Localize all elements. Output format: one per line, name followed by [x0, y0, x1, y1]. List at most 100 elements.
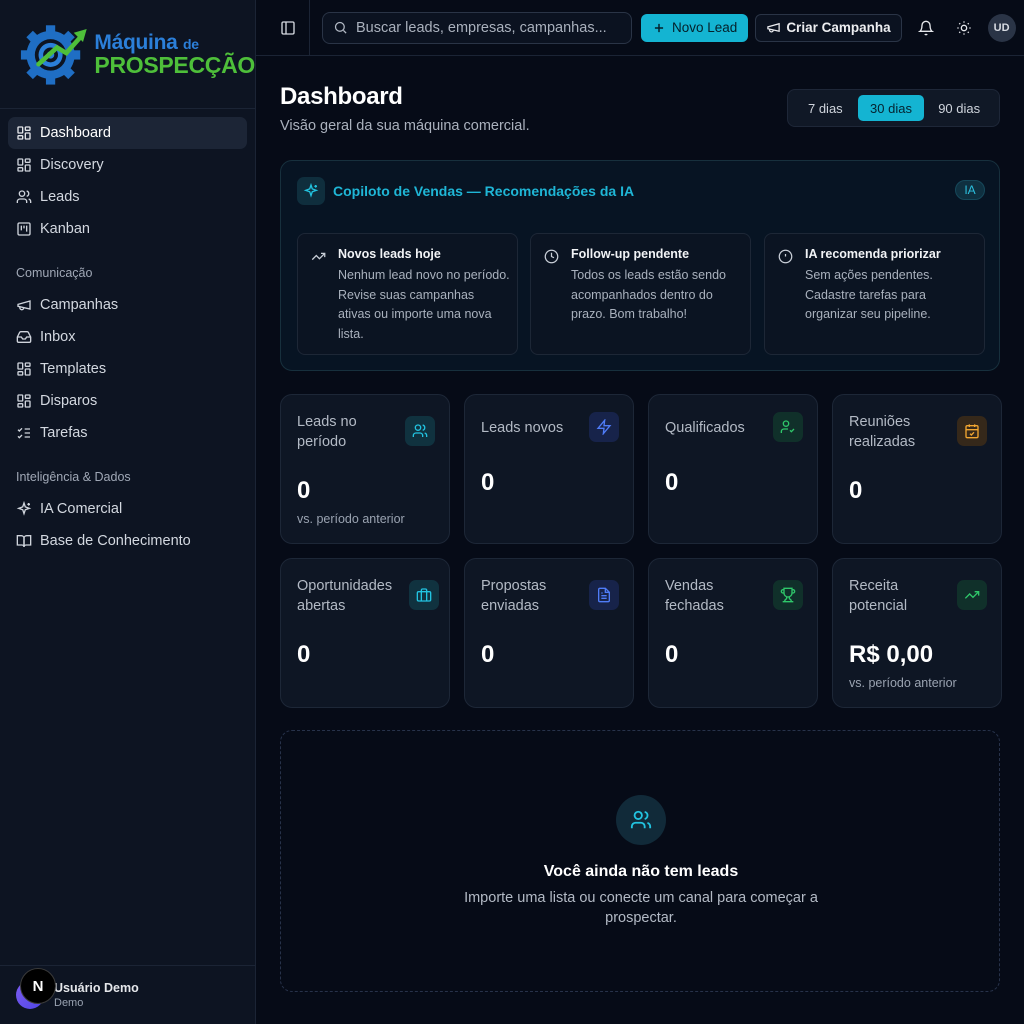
new-lead-label: Novo Lead: [672, 20, 738, 35]
recommendation-title: Novos leads hoje: [338, 247, 441, 261]
sidebar-item-label: Disparos: [40, 393, 98, 409]
grid-icon: [17, 158, 31, 172]
calendar-check-icon: [957, 416, 987, 446]
briefcase-icon: [409, 580, 439, 610]
recommendation-card[interactable]: Follow-up pendente Todos os leads estão …: [530, 233, 751, 355]
sidebar-item-kanban[interactable]: Kanban: [8, 213, 247, 245]
book-open-icon: [16, 535, 32, 548]
stat-value: 0: [481, 641, 495, 668]
user-role: Demo: [54, 997, 84, 1009]
stat-label: Oportunidades abertas: [297, 578, 393, 614]
stat-value: 0: [665, 469, 679, 496]
stat-label: Receita potencial: [849, 578, 908, 614]
recommendation-title: Follow-up pendente: [571, 247, 690, 261]
trending-up-icon: [311, 252, 326, 261]
empty-state: Você ainda não tem leads Importe uma lis…: [280, 730, 1000, 992]
recommendation-body: Sem ações pendentes. Cadastre tarefas pa…: [805, 268, 933, 322]
sidebar-nav: Dashboard Discovery Leads Kanban Comunic…: [0, 109, 255, 557]
panel-left-icon: [281, 20, 295, 35]
search-input[interactable]: Buscar leads, empresas, campanhas...: [322, 11, 632, 44]
sidebar-item-label: Inbox: [40, 329, 76, 345]
users-icon: [16, 190, 32, 203]
sidebar-item-label: Tarefas: [40, 425, 88, 441]
kanban-icon: [17, 222, 31, 236]
page-title: Dashboard: [280, 83, 403, 110]
stat-card-receita[interactable]: Receita potencial R$ 0,00 vs. período an…: [832, 558, 1002, 708]
stat-card-leads-novos[interactable]: Leads novos 0: [464, 394, 634, 544]
sidebar-item-templates[interactable]: Templates: [8, 353, 247, 385]
user-name: Usuário Demo: [54, 981, 139, 995]
sidebar-item-tarefas[interactable]: Tarefas: [8, 417, 247, 449]
stat-value: 0: [665, 641, 679, 668]
theme-toggle-button[interactable]: [950, 14, 978, 42]
sidebar-toggle-button[interactable]: [276, 16, 300, 40]
user-check-icon: [773, 412, 803, 442]
search-placeholder: Buscar leads, empresas, campanhas...: [356, 19, 607, 36]
stat-card-qualificados[interactable]: Qualificados 0: [648, 394, 818, 544]
stat-card-oportunidades[interactable]: Oportunidades abertas 0: [280, 558, 450, 708]
stat-label: Vendas fechadas: [665, 578, 724, 614]
brand-line1-small: de: [183, 35, 199, 52]
dev-tools-badge[interactable]: N: [20, 968, 56, 1004]
sidebar-item-campanhas[interactable]: Campanhas: [8, 289, 247, 321]
stat-value: R$ 0,00: [849, 641, 934, 668]
sidebar-group-comunicacao: Comunicação: [16, 266, 93, 280]
date-range-selector: 7 dias 30 dias 90 dias: [787, 89, 1000, 127]
sidebar-item-dashboard[interactable]: Dashboard: [8, 117, 247, 149]
empty-state-text: Importe uma lista ou conecte um canal pa…: [464, 890, 818, 926]
megaphone-icon: [767, 22, 781, 33]
create-campaign-button[interactable]: Criar Campanha: [755, 13, 902, 42]
topbar: Buscar leads, empresas, campanhas... Nov…: [256, 0, 1024, 56]
sidebar-item-disparos[interactable]: Disparos: [8, 385, 247, 417]
stat-label: Reuniões realizadas: [849, 414, 916, 450]
brand-logo[interactable]: Máquina de PROSPECÇÃO: [0, 0, 255, 109]
grid-icon: [17, 394, 31, 408]
new-lead-button[interactable]: Novo Lead: [641, 13, 749, 42]
ia-badge: IA: [955, 180, 985, 200]
range-90-days[interactable]: 90 dias: [924, 95, 994, 121]
stat-label: Qualificados: [665, 420, 745, 436]
megaphone-icon: [17, 300, 31, 311]
sparkles-icon: [297, 177, 325, 205]
sidebar-item-label: Campanhas: [40, 297, 119, 313]
clock-icon: [544, 249, 559, 264]
sidebar-item-base-conhecimento[interactable]: Base de Conhecimento: [8, 525, 247, 557]
recommendation-card[interactable]: Novos leads hoje Nenhum lead novo no per…: [297, 233, 518, 355]
copilot-title: Copiloto de Vendas — Recomendações da IA: [333, 183, 635, 199]
recommendation-title: IA recomenda priorizar: [805, 247, 941, 261]
stat-card-propostas[interactable]: Propostas enviadas 0: [464, 558, 634, 708]
inbox-icon: [16, 331, 32, 343]
alert-circle-icon: [778, 249, 793, 264]
gear-target-logo-icon: [20, 25, 87, 85]
sidebar-item-discovery[interactable]: Discovery: [8, 149, 247, 181]
users-icon: [405, 416, 435, 446]
sidebar: Máquina de PROSPECÇÃO Dashboard Discover…: [0, 0, 256, 1024]
sparkles-icon: [16, 501, 32, 516]
stat-value: 0: [297, 641, 311, 668]
sidebar-item-leads[interactable]: Leads: [8, 181, 247, 213]
stat-card-vendas[interactable]: Vendas fechadas 0: [648, 558, 818, 708]
notifications-button[interactable]: [912, 14, 940, 42]
stat-card-leads-periodo[interactable]: Leads no período 0 vs. período anterior: [280, 394, 450, 544]
range-7-days[interactable]: 7 dias: [793, 95, 858, 121]
stat-value: 0: [481, 469, 495, 496]
sidebar-group-inteligencia: Inteligência & Dados: [16, 470, 131, 484]
search-icon: [334, 21, 347, 34]
page-subtitle: Visão geral da sua máquina comercial.: [280, 118, 530, 134]
trending-up-icon: [957, 580, 987, 610]
plus-icon: [654, 23, 664, 32]
sidebar-item-label: Templates: [40, 361, 107, 377]
recommendation-card[interactable]: IA recomenda priorizar Sem ações pendent…: [764, 233, 985, 355]
avatar[interactable]: UD: [987, 13, 1016, 42]
sidebar-item-ia-comercial[interactable]: IA Comercial: [8, 493, 247, 525]
brand-line2: PROSPECÇÃO: [94, 51, 255, 78]
trophy-icon: [773, 580, 803, 610]
stat-label: Leads novos: [481, 420, 564, 436]
range-30-days[interactable]: 30 dias: [857, 95, 925, 121]
sidebar-item-inbox[interactable]: Inbox: [8, 321, 247, 353]
stat-sub: vs. período anterior: [849, 676, 957, 690]
sun-icon: [956, 20, 971, 35]
zap-icon: [589, 412, 619, 442]
stat-card-reunioes[interactable]: Reuniões realizadas 0: [832, 394, 1002, 544]
file-text-icon: [589, 580, 619, 610]
